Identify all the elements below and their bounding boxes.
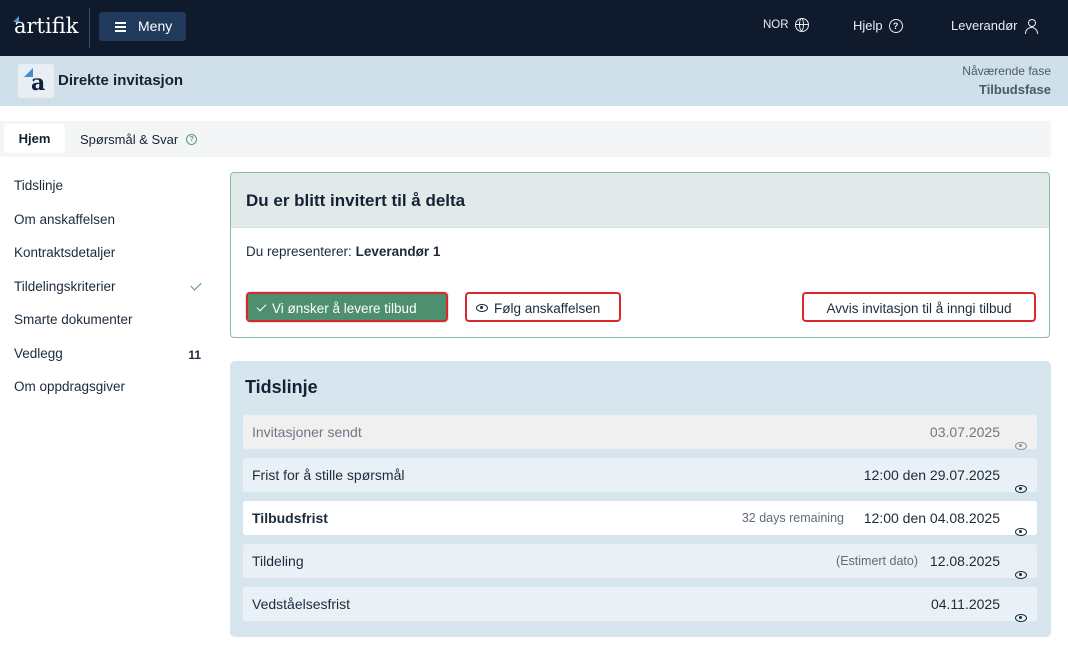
timeline-title: Tidslinje xyxy=(245,377,318,397)
question-circle-icon: ? xyxy=(888,18,903,33)
accept-invitation-label: Vi ønsker å levere tilbud xyxy=(272,301,417,316)
tab-qa-label: Spørsmål & Svar xyxy=(80,132,179,147)
eye-icon[interactable] xyxy=(1015,514,1027,548)
eye-icon xyxy=(476,304,488,313)
timeline-row-label: Frist for å stille spørsmål xyxy=(252,467,405,483)
checkmark-icon xyxy=(190,278,202,291)
sidebar-item-smarte-dokumenter[interactable]: Smarte dokumenter xyxy=(14,310,204,344)
tab-home[interactable]: Hjem xyxy=(4,124,65,153)
timeline-card: Tidslinje Invitasjoner sendt 03.07.2025 … xyxy=(230,361,1051,637)
current-phase-value: Tilbudsfase xyxy=(978,82,1051,97)
timeline-row-date: 12:00 den 04.08.2025 xyxy=(863,510,1000,526)
follow-procurement-button[interactable]: Følg anskaffelsen xyxy=(465,292,621,322)
sidebar-item-tidslinje[interactable]: Tidslinje xyxy=(14,176,204,210)
user-label: Leverandør xyxy=(951,18,1018,33)
logo-text: artifik xyxy=(14,14,79,38)
accept-invitation-button[interactable]: Vi ønsker å levere tilbud xyxy=(246,292,448,322)
tab-questions-answers[interactable]: Spørsmål & Svar ? xyxy=(80,132,198,147)
procurement-logo-tile: a xyxy=(18,64,54,98)
eye-icon[interactable] xyxy=(1015,428,1027,462)
days-remaining-note: 32 days remaining xyxy=(741,511,844,525)
timeline-row-date: 04.11.2025 xyxy=(930,596,1000,612)
eye-icon[interactable] xyxy=(1015,600,1027,634)
invitation-title: Du er blitt invitert til å delta xyxy=(246,191,466,210)
representing-supplier-name: Leverandør 1 xyxy=(355,244,441,259)
user-menu[interactable]: Leverandør xyxy=(951,18,1039,34)
logo-letter-icon: a xyxy=(31,70,46,96)
timeline-row[interactable]: Tilbudsfrist 32 days remaining 12:00 den… xyxy=(243,501,1037,537)
sidebar-item-label: Kontraktsdetaljer xyxy=(14,245,116,260)
sidebar-item-tildelingskriterier[interactable]: Tildelingskriterier xyxy=(14,277,204,311)
timeline-row-label: Vedståelsesfrist xyxy=(252,596,351,612)
top-navigation-bar: artifik Meny NOR Hjelp ? Leverandør xyxy=(0,0,1068,56)
sidebar-item-label: Om anskaffelsen xyxy=(14,211,116,227)
estimated-date-note: (Estimert dato) xyxy=(836,554,918,568)
sidebar-item-om-anskaffelsen[interactable]: Om anskaffelsen xyxy=(14,210,204,244)
procurement-header: a Direkte invitasjon Nåværende fase Tilb… xyxy=(0,56,1068,106)
menu-button[interactable]: Meny xyxy=(99,12,186,41)
sidebar-item-label: Smarte dokumenter xyxy=(14,312,133,327)
reject-invitation-button[interactable]: Avvis invitasjon til å inngi tilbud xyxy=(802,292,1036,322)
language-selector[interactable]: NOR xyxy=(763,18,809,32)
artifik-logo[interactable]: artifik xyxy=(13,14,79,38)
timeline-row[interactable]: Frist for å stille spørsmål 12:00 den 29… xyxy=(243,458,1037,494)
representing-text: Du representerer: Leverandør 1 xyxy=(246,244,440,259)
hamburger-icon xyxy=(115,22,126,32)
menu-button-label: Meny xyxy=(138,18,173,34)
timeline-row[interactable]: Tildeling (Estimert dato) 12.08.2025 xyxy=(243,544,1037,580)
side-navigation: Tidslinje Om anskaffelsen Kontraktsdetal… xyxy=(14,176,204,411)
timeline-row-date: 12:00 den 29.07.2025 xyxy=(863,467,1000,483)
invitation-card: Du er blitt invitert til å delta Du repr… xyxy=(230,172,1050,338)
current-phase-label: Nåværende fase xyxy=(962,64,1051,78)
timeline-row-date: 03.07.2025 xyxy=(929,424,1000,440)
checkmark-icon xyxy=(256,301,267,312)
procurement-title: Direkte invitasjon xyxy=(58,72,184,89)
question-circle-icon: ? xyxy=(186,134,198,145)
topbar-divider xyxy=(89,8,90,48)
timeline-row-label: Invitasjoner sendt xyxy=(252,424,362,440)
follow-procurement-label: Følg anskaffelsen xyxy=(494,301,601,316)
logo-accent-icon xyxy=(13,16,19,22)
eye-icon[interactable] xyxy=(1015,471,1027,505)
sidebar-item-om-oppdragsgiver[interactable]: Om oppdragsgiver xyxy=(14,377,204,411)
user-icon xyxy=(1025,18,1039,34)
sidebar-item-kontraktsdetaljer[interactable]: Kontraktsdetaljer xyxy=(14,243,204,277)
timeline-row-label: Tildeling xyxy=(252,553,304,569)
eye-icon[interactable] xyxy=(1015,557,1027,591)
help-link[interactable]: Hjelp ? xyxy=(853,18,903,33)
sidebar-item-vedlegg[interactable]: Vedlegg 11 xyxy=(14,344,204,378)
globe-icon xyxy=(794,18,809,32)
timeline-row-date: 12.08.2025 xyxy=(929,553,1000,569)
sidebar-item-label: Tidslinje xyxy=(14,178,64,193)
sidebar-item-label: Om oppdragsgiver xyxy=(14,379,126,394)
sidebar-item-label: Vedlegg xyxy=(14,345,63,361)
reject-invitation-label: Avvis invitasjon til å inngi tilbud xyxy=(826,301,1012,316)
sidebar-item-label: Tildelingskriterier xyxy=(14,278,116,294)
timeline-row-label: Tilbudsfrist xyxy=(252,510,328,526)
language-label: NOR xyxy=(763,19,789,31)
representing-prefix: Du representerer: xyxy=(246,244,352,259)
attachment-count: 11 xyxy=(188,347,201,362)
tab-bar: Hjem Spørsmål & Svar ? xyxy=(0,121,1051,157)
timeline-row[interactable]: Invitasjoner sendt 03.07.2025 xyxy=(243,415,1037,451)
help-label: Hjelp xyxy=(853,18,883,33)
timeline-row[interactable]: Vedståelsesfrist 04.11.2025 xyxy=(243,587,1037,623)
